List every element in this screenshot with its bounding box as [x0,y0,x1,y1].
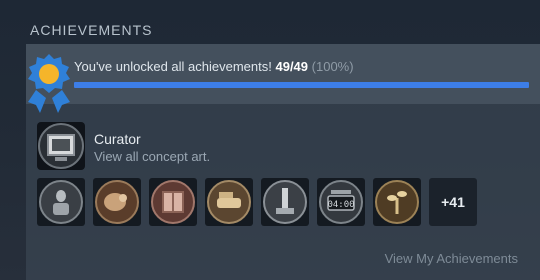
unlock-percent: (100%) [311,59,354,74]
featured-achievement-icon[interactable] [37,122,85,170]
achievement-progress-fill [74,82,529,88]
unlock-message: You've unlocked all achievements! 49/49 … [74,59,354,74]
plant-icon[interactable] [373,178,421,226]
medal-icon [24,50,74,116]
lever-icon[interactable] [261,178,309,226]
achievement-progress-bar [74,82,529,88]
svg-text:04:00: 04:00 [327,200,354,210]
creature-icon[interactable] [93,178,141,226]
box-icon[interactable] [149,178,197,226]
clock-icon[interactable]: 04:00 [317,178,365,226]
more-achievements-button[interactable]: +41 [429,178,477,226]
hand-icon[interactable] [205,178,253,226]
featured-achievement-description: View all concept art. [94,149,211,164]
featured-achievement-name: Curator [94,131,141,147]
unlock-summary-row [26,44,540,104]
view-my-achievements-link[interactable]: View My Achievements [385,251,518,266]
statue-icon[interactable] [37,178,85,226]
section-title: ACHIEVEMENTS [30,22,153,38]
unlock-count: 49/49 [275,59,309,74]
unlock-message-text: You've unlocked all achievements! [74,59,272,74]
